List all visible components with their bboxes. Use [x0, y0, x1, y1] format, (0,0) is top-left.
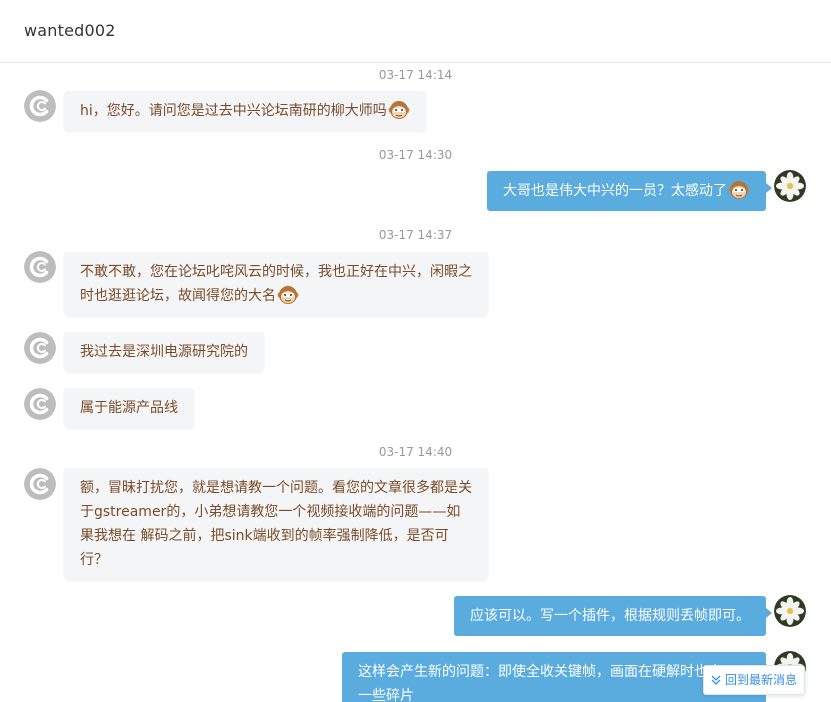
c-logo-avatar[interactable]: [24, 90, 56, 122]
c-logo-avatar[interactable]: [24, 468, 56, 500]
message-text: hi，您好。请问您是过去中兴论坛南研的柳大师吗: [80, 103, 387, 119]
message-bubble-incoming: 不敢不敢，您在论坛叱咤风云的时候，我也正好在中兴，闲暇之 时也逛逛论坛，故闻得您…: [64, 252, 488, 316]
timestamp: 03-17 14:30: [378, 148, 453, 162]
message-text-line: 果我想在 解码之前，把sink端收到的帧率强制降低，是否可: [80, 528, 449, 544]
monkey-emoji-icon: [277, 286, 299, 304]
message-text-line: 一些碎片: [358, 688, 414, 702]
message-bubble-incoming: 额，冒昧打扰您，就是想请教一个问题。看您的文章很多都是关 于gstreamer的…: [64, 468, 488, 580]
timestamp: 03-17 14:14: [378, 68, 453, 82]
double-chevron-down-icon: [711, 675, 721, 685]
message-text-line: 不敢不敢，您在论坛叱咤风云的时候，我也正好在中兴，闲暇之: [80, 264, 472, 280]
chat-title: wanted002: [24, 21, 116, 40]
back-to-latest-label: 回到最新消息: [725, 673, 798, 687]
message-text: 我过去是深圳电源研究院的: [80, 344, 248, 360]
monkey-emoji-icon: [728, 181, 750, 199]
message-text-line: 于gstreamer的，小弟想请教您一个视频接收端的问题——如: [80, 504, 461, 520]
message-text: 应该可以。写一个插件，根据规则丢帧即可。: [470, 608, 750, 624]
flower-avatar[interactable]: [774, 170, 806, 202]
timestamp: 03-17 14:40: [378, 445, 453, 459]
message-text-line: 这样会产生新的问题：即使全收关键帧，画面在硬解时也会: [358, 664, 722, 680]
c-logo-avatar[interactable]: [24, 332, 56, 364]
message-bubble-incoming: 我过去是深圳电源研究院的: [64, 332, 264, 372]
message-bubble-incoming: 属于能源产品线: [64, 388, 194, 428]
c-logo-avatar[interactable]: [24, 388, 56, 420]
message-text-line: 时也逛逛论坛，故闻得您的大名: [80, 288, 276, 304]
message-bubble-outgoing: 应该可以。写一个插件，根据规则丢帧即可。: [454, 596, 772, 636]
message-text-line: 行？: [80, 552, 108, 568]
flower-avatar[interactable]: [774, 595, 806, 627]
monkey-emoji-icon: [388, 101, 410, 119]
back-to-latest-button[interactable]: 回到最新消息: [703, 665, 805, 695]
chat-header: wanted002: [0, 0, 831, 63]
message-list[interactable]: 03-17 14:14 hi，您好。请问您是过去中兴论坛南研的柳大师吗 03-1…: [0, 63, 831, 702]
message-text: 属于能源产品线: [80, 400, 178, 416]
message-text-line: 额，冒昧打扰您，就是想请教一个问题。看您的文章很多都是关: [80, 480, 472, 496]
c-logo-avatar[interactable]: [24, 251, 56, 283]
timestamp: 03-17 14:37: [378, 228, 453, 242]
message-bubble-outgoing: 大哥也是伟大中兴的一员？太感动了: [487, 171, 772, 211]
message-text: 大哥也是伟大中兴的一员？太感动了: [503, 183, 727, 199]
message-bubble-incoming: hi，您好。请问您是过去中兴论坛南研的柳大师吗: [64, 91, 426, 131]
